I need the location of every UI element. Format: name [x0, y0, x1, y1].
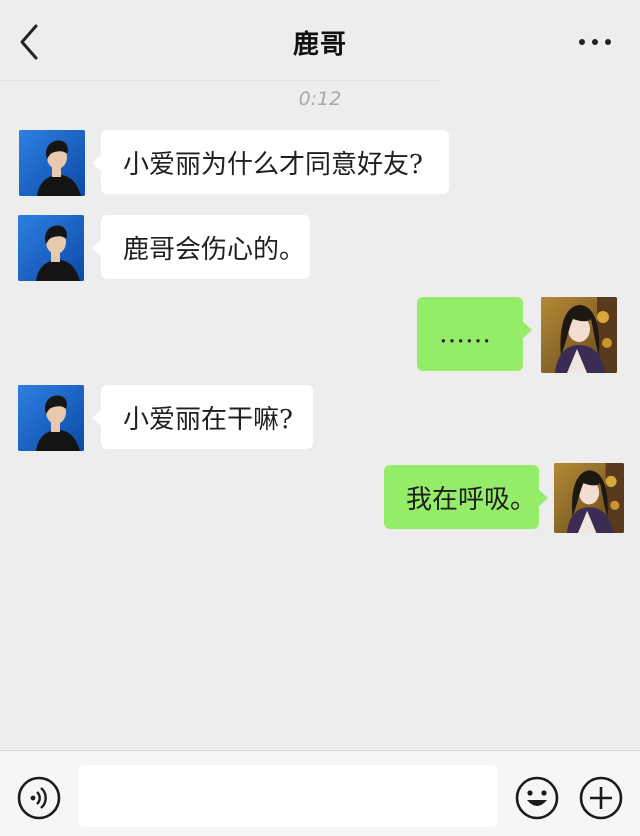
- voice-button[interactable]: [16, 775, 62, 821]
- voice-icon: [17, 776, 61, 820]
- page-title: 鹿哥: [292, 30, 347, 60]
- input-bar: [0, 750, 640, 836]
- message-bubble-incoming[interactable]: 鹿哥会伤心的。: [92, 215, 310, 279]
- more-dots-icon: [579, 39, 611, 45]
- self-avatar[interactable]: [541, 297, 617, 373]
- contact-avatar[interactable]: [18, 385, 84, 451]
- message-bubble-outgoing[interactable]: ……: [417, 297, 532, 371]
- chat-timestamp: 0:12: [298, 88, 342, 110]
- message-bubble-outgoing[interactable]: 我在呼吸。: [384, 465, 548, 529]
- message-bubble-incoming[interactable]: 小爱丽为什么才同意好友?: [92, 130, 449, 194]
- emoji-button[interactable]: [514, 775, 560, 821]
- more-button[interactable]: [572, 28, 618, 56]
- plus-icon: [579, 776, 623, 820]
- contact-avatar[interactable]: [18, 215, 84, 281]
- header-divider: [0, 80, 440, 81]
- plus-button[interactable]: [578, 775, 624, 821]
- contact-avatar[interactable]: [19, 130, 85, 196]
- self-avatar[interactable]: [554, 463, 624, 533]
- emoji-icon: [515, 776, 559, 820]
- message-input[interactable]: [78, 765, 498, 827]
- chat-header: 鹿哥: [0, 0, 640, 82]
- message-bubble-incoming[interactable]: 小爱丽在干嘛?: [92, 385, 313, 449]
